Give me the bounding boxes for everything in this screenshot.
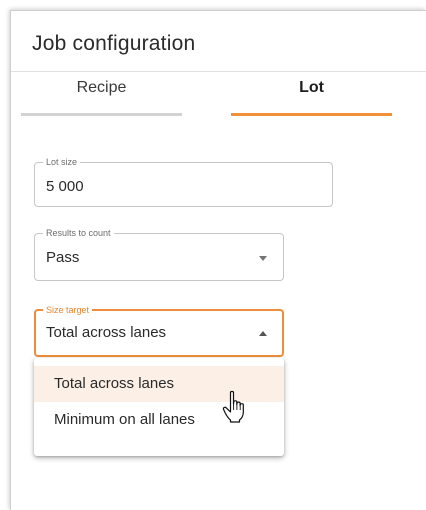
tab-recipe[interactable]: Recipe [21,79,182,119]
size-target-value: Total across lanes [46,324,167,341]
tab-recipe-label: Recipe [76,79,127,96]
results-to-count-value: Pass [46,249,80,266]
lot-size-field[interactable]: Lot size 5 000 [34,156,333,207]
dialog-title: Job configuration [32,32,196,55]
size-target-select[interactable]: Size target Total across lanes [34,304,284,357]
option-label: Minimum on all lanes [54,411,195,428]
tab-lot-label: Lot [299,79,324,96]
chevron-down-icon[interactable] [259,256,267,261]
tab-lot-indicator [231,113,392,116]
hand-pointer-icon [222,390,244,423]
tab-lot[interactable]: Lot [231,79,392,119]
results-to-count-label: Results to count [43,227,114,239]
size-target-label: Size target [43,304,93,316]
lot-size-value: 5 000 [46,178,84,195]
title-divider [11,71,426,72]
tab-recipe-indicator [21,113,182,116]
lot-size-label: Lot size [43,156,81,168]
chevron-up-icon[interactable] [259,331,267,336]
option-label: Total across lanes [54,375,175,392]
results-to-count-select[interactable]: Results to count Pass [34,227,284,281]
